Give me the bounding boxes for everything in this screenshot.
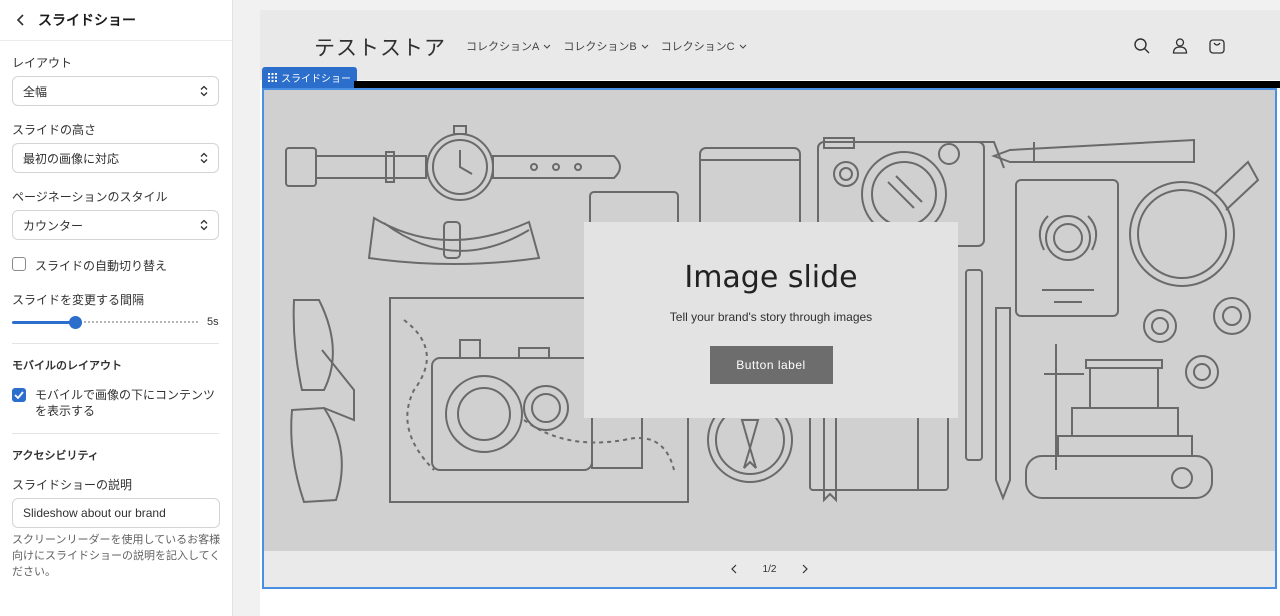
glasses-illustration — [290, 299, 355, 504]
settings-sidebar: スライドショー レイアウト 全幅 スライドの高さ 最初の画像に対応 ページネーシ… — [0, 0, 233, 616]
pens-illustration — [965, 269, 1011, 501]
back-arrow-icon[interactable] — [14, 13, 28, 27]
slide-content-box: Image slide Tell your brand's story thro… — [584, 222, 958, 418]
chevron-down-icon — [543, 44, 551, 49]
accessibility-heading: アクセシビリティ — [12, 450, 99, 462]
select-arrows-icon — [200, 152, 208, 164]
store-header: テストストア コレクションA コレクションB コレクションC — [260, 10, 1280, 80]
interval-label: スライドを変更する間隔 — [12, 293, 145, 307]
store-preview: テストストア コレクションA コレクションB コレクションC スライドショー I… — [260, 10, 1280, 616]
tape-rolls-illustration — [1143, 297, 1251, 389]
nav-item-label: コレクションC — [660, 41, 735, 53]
nav-item-label: コレクションA — [466, 41, 540, 53]
autoplay-checkbox[interactable] — [12, 257, 26, 271]
search-icon[interactable] — [1133, 37, 1151, 55]
layout-select-value: 全幅 — [23, 84, 48, 99]
select-arrows-icon — [200, 85, 208, 97]
section-tag-label: スライドショー — [281, 74, 351, 85]
account-icon[interactable] — [1171, 37, 1189, 55]
vintage-camera-illustration — [1025, 344, 1213, 499]
mobile-stack-checkbox[interactable] — [12, 388, 26, 402]
interval-slider-fill — [12, 321, 75, 324]
pagination-style-label: ページネーションのスタイル — [12, 190, 168, 204]
chevron-down-icon — [641, 44, 649, 49]
previous-slide-button[interactable] — [727, 562, 741, 576]
slide-button[interactable]: Button label — [709, 346, 833, 384]
select-arrows-icon — [200, 219, 208, 231]
slideshow-section[interactable]: Image slide Tell your brand's story thro… — [262, 88, 1277, 589]
slideshow-description-label: スライドショーの説明 — [12, 478, 133, 492]
chevron-right-icon — [803, 564, 809, 574]
pagination-style-select-value: カウンター — [23, 218, 84, 233]
interval-slider[interactable] — [12, 316, 198, 329]
interval-row: 5s — [12, 314, 219, 330]
nav-item-collection-a[interactable]: コレクションA — [466, 38, 551, 54]
book-illustration — [809, 409, 949, 503]
slide-height-select[interactable]: 最初の画像に対応 — [12, 143, 219, 173]
store-logo[interactable]: テストストア — [314, 32, 446, 62]
layout-select[interactable]: 全幅 — [12, 76, 219, 106]
next-slide-button[interactable] — [798, 562, 812, 576]
nav-item-collection-b[interactable]: コレクションB — [563, 38, 649, 54]
autoplay-row: スライドの自動切り替え — [12, 257, 219, 274]
passport-illustration — [1015, 179, 1119, 317]
slide-heading: Image slide — [684, 260, 858, 295]
sidebar-body: レイアウト 全幅 スライドの高さ 最初の画像に対応 ページネーションのスタイル … — [0, 54, 232, 580]
pencil-illustration — [991, 138, 1195, 163]
chevron-left-icon — [730, 564, 736, 574]
section-tag[interactable]: スライドショー — [262, 67, 357, 88]
slide-counter: 1/2 — [762, 563, 777, 575]
layout-label: レイアウト — [12, 56, 73, 70]
pagination-style-select[interactable]: カウンター — [12, 210, 219, 240]
nav-item-collection-c[interactable]: コレクションC — [661, 38, 747, 54]
mug-illustration — [1129, 160, 1260, 287]
store-nav: コレクションA コレクションB コレクションC — [466, 38, 747, 54]
slideshow-description-help: スクリーンリーダーを使用しているお客様向けにスライドショーの説明を記入してくださ… — [12, 534, 221, 578]
header-border — [354, 81, 1280, 88]
chevron-down-icon — [739, 44, 746, 49]
drag-handle-icon — [268, 73, 277, 82]
bow-tie-illustration — [367, 216, 541, 265]
autoplay-label: スライドの自動切り替え — [35, 259, 168, 273]
mobile-stack-row: モバイルで画像の下にコンテンツを表示する — [12, 387, 219, 419]
watch-illustration — [285, 125, 621, 201]
sidebar-header: スライドショー — [0, 0, 232, 41]
mobile-stack-label: モバイルで画像の下にコンテンツを表示する — [35, 388, 216, 418]
cart-icon[interactable] — [1208, 37, 1226, 55]
interval-value: 5s — [207, 316, 219, 328]
slideshow-description-input[interactable]: Slideshow about our brand — [12, 498, 220, 528]
sidebar-title: スライドショー — [38, 12, 136, 28]
divider — [12, 433, 219, 434]
slide-height-label: スライドの高さ — [12, 123, 97, 137]
interval-slider-thumb[interactable] — [69, 316, 82, 329]
slideshow-pagination: 1/2 — [264, 551, 1275, 587]
interval-slider-track — [80, 321, 198, 324]
nav-item-label: コレクションB — [563, 41, 637, 53]
slide-text: Tell your brand's story through images — [669, 310, 873, 324]
slide-height-select-value: 最初の画像に対応 — [23, 151, 120, 166]
mobile-layout-heading: モバイルのレイアウト — [12, 360, 122, 372]
checkmark-icon — [14, 391, 24, 399]
divider — [12, 343, 219, 344]
editor-app: スライドショー レイアウト 全幅 スライドの高さ 最初の画像に対応 ページネーシ… — [0, 0, 1280, 616]
